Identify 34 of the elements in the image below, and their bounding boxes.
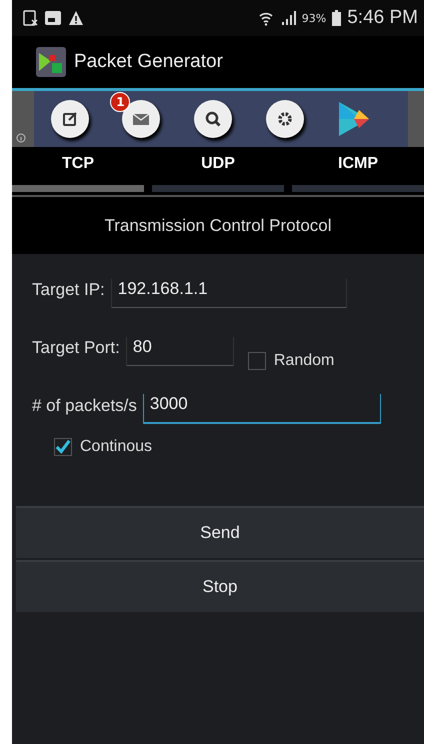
clock-time: 5:46 PM [347,7,418,29]
field-label: Target IP: [32,280,105,301]
app-logo-icon [36,47,66,77]
toolbar-button[interactable] [122,100,160,138]
app-title: Packet Generator [74,51,223,73]
signal-icon [280,10,296,26]
tab[interactable]: ICMP [292,155,424,185]
battery-percentage: 93% [302,12,326,24]
checkbox-label: Random [274,352,334,370]
toolbar-button[interactable] [266,100,304,138]
battery-icon [332,10,342,26]
checkbox[interactable] [248,352,266,370]
info-icon [16,133,26,143]
store-button[interactable] [337,101,372,137]
field-label: Target Port: [32,338,120,359]
side-strip [408,91,424,147]
action-button[interactable]: Send [16,506,424,558]
input-field[interactable]: 3000 [142,394,381,424]
toolbar-button[interactable] [50,100,89,138]
toolbar-button[interactable] [194,100,232,138]
sim-card-icon [22,10,38,26]
field-label: # of packets/s [32,396,137,417]
input-field[interactable]: 192.168.1.1 [110,279,347,308]
warning-icon [68,10,84,26]
checkbox-label: Continous [80,438,152,456]
play-triangle-icon [337,101,372,137]
wifi-icon [258,10,274,26]
checkbox[interactable] [54,438,72,456]
action-button[interactable]: Stop [16,560,424,612]
tab[interactable]: TCP [12,155,144,185]
tab[interactable]: UDP [152,155,284,185]
input-field[interactable]: 80 [126,337,234,366]
screenshot-icon [44,10,62,26]
notification-badge: 1 [110,92,130,112]
